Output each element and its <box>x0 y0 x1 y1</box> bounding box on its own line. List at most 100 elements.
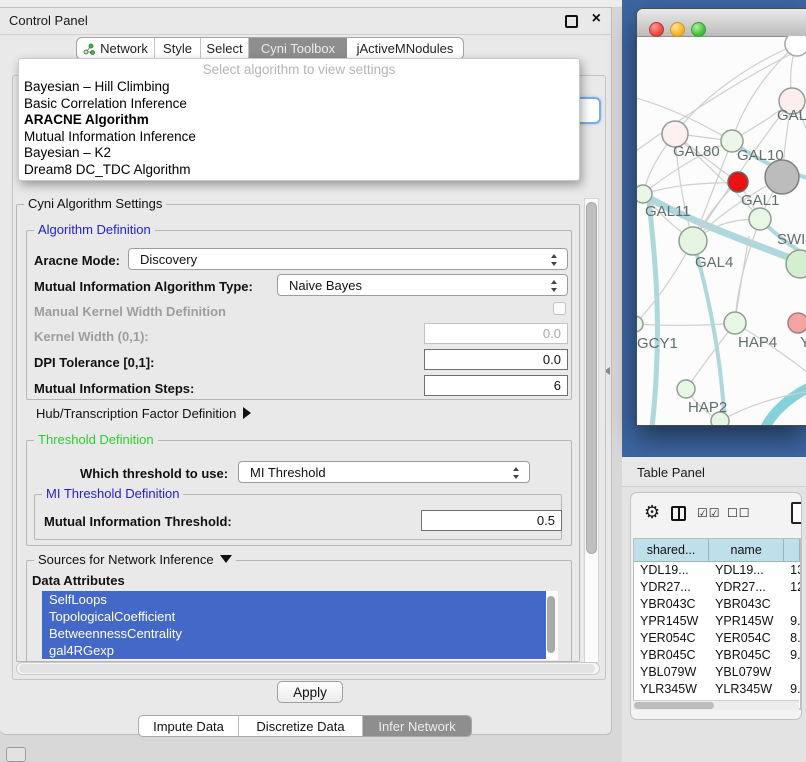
combo-spinner-icon <box>551 279 558 293</box>
screen: Control Panel × Network Style Select <box>0 0 806 762</box>
expanded-arrow-icon <box>220 555 232 563</box>
sources-group-title[interactable]: Sources for Network Inference <box>34 552 236 567</box>
label-gal-partial: GAL <box>777 107 806 124</box>
node-gcy1[interactable] <box>637 316 643 332</box>
tab-impute-data-label: Impute Data <box>153 719 224 734</box>
aracne-mode-combobox[interactable]: Discovery <box>128 248 568 270</box>
algorithm-option-selected[interactable]: ARACNE Algorithm <box>19 112 579 129</box>
table-row[interactable]: YBL079W YBL079W <box>634 664 800 681</box>
column-header-name[interactable]: name <box>709 539 784 561</box>
mi-steps-field[interactable]: 6 <box>424 375 568 396</box>
hub-definition-toggle[interactable]: Hub/Transcription Factor Definition <box>36 406 251 421</box>
control-panel-tabbar: Network Style Select Cyni Toolbox jActiv… <box>76 37 464 60</box>
table-row[interactable]: YBR045C YBR045C 9. <box>634 647 800 664</box>
dpi-tolerance-field[interactable]: 0.0 <box>424 349 568 370</box>
mac-close-icon[interactable] <box>649 22 664 37</box>
minimized-panel-icon[interactable] <box>6 747 26 762</box>
node-gray[interactable] <box>765 160 799 194</box>
algorithm-option[interactable]: Mutual Information Inference <box>19 129 579 146</box>
cell: 9. <box>784 681 800 698</box>
node-red-selected[interactable] <box>728 172 748 192</box>
node-swi4[interactable] <box>786 250 806 278</box>
cell: YBR045C <box>709 647 784 664</box>
mi-algorithm-type-combobox[interactable]: Naive Bayes <box>277 274 568 296</box>
table-row[interactable]: YLR345W YLR345W 9. <box>634 681 800 698</box>
node-gal11[interactable] <box>637 185 652 203</box>
settings-vertical-scrollbar-thumb[interactable] <box>586 202 597 554</box>
mi-steps-label: Mutual Information Steps: <box>34 381 194 396</box>
select-all-checkboxes-icon[interactable]: ☑☑ <box>697 506 721 520</box>
aracne-mode-value: Discovery <box>140 252 197 267</box>
cell <box>784 596 800 613</box>
manual-kernel-width-checkbox[interactable] <box>553 302 566 315</box>
tab-infer-network[interactable]: Infer Network <box>363 716 471 736</box>
gear-icon[interactable]: ⚙ <box>644 503 660 521</box>
table-row[interactable]: YPR145W YPR145W 9. <box>634 613 800 630</box>
label-gal1: GAL1 <box>741 192 779 209</box>
tab-discretize-data[interactable]: Discretize Data <box>239 716 363 736</box>
settings-horizontal-scrollbar-thumb[interactable] <box>19 664 595 673</box>
cell: YDL19... <box>709 562 784 579</box>
table-horizontal-scrollbar[interactable] <box>633 700 799 710</box>
node-salmon[interactable] <box>788 313 806 333</box>
settings-vertical-scrollbar[interactable] <box>584 198 599 663</box>
bottom-tabbar: Impute Data Discretize Data Infer Networ… <box>138 715 472 737</box>
data-attributes-list: SelfLoops TopologicalCoefficient Between… <box>42 591 558 660</box>
attribute-item-selected[interactable]: SelfLoops <box>42 591 546 608</box>
table-row[interactable]: YDR27... YDR27... 12 <box>634 579 800 596</box>
mac-minimize-icon[interactable] <box>670 22 685 37</box>
cell: YER054C <box>709 630 784 647</box>
algorithm-option[interactable]: Bayesian – Hill Climbing <box>19 79 579 96</box>
table-row[interactable]: YER054C YER054C 8. <box>634 630 800 647</box>
document-icon[interactable] <box>791 502 802 524</box>
attribute-list-scrollbar[interactable] <box>547 596 555 653</box>
settings-horizontal-scrollbar[interactable] <box>16 662 600 675</box>
network-canvas[interactable]: GAL80 GAL10 GAL11 GAL1 SWI4 GAL4 GCY1 HA… <box>637 36 806 426</box>
table-row[interactable]: YBR043C YBR043C <box>634 596 800 613</box>
algorithm-option[interactable]: Basic Correlation Inference <box>19 96 579 113</box>
column-header-shared[interactable]: shared... <box>634 539 709 561</box>
columns-icon[interactable] <box>671 506 686 521</box>
mi-threshold-field[interactable]: 0.5 <box>421 510 562 531</box>
apply-button[interactable]: Apply <box>277 681 343 703</box>
node-gal1[interactable] <box>749 208 771 230</box>
node-gal4[interactable] <box>679 227 707 255</box>
kernel-width-field[interactable]: 0.0 <box>424 323 568 344</box>
tab-select-label: Select <box>206 41 242 56</box>
cell: 9. <box>784 613 800 630</box>
tab-style[interactable]: Style <box>155 38 201 59</box>
node-unlabeled[interactable] <box>785 36 806 56</box>
table-panel-card: ⚙ ☑☑ ☐☐ shared... name YDL19... YDL19...… <box>630 492 802 720</box>
attribute-item-selected[interactable]: BetweennessCentrality <box>42 625 546 642</box>
column-header-partial[interactable] <box>784 539 800 561</box>
table-header-row: shared... name <box>634 539 800 562</box>
float-window-icon[interactable] <box>565 15 578 28</box>
mac-zoom-icon[interactable] <box>691 22 706 37</box>
tab-network[interactable]: Network <box>77 38 155 59</box>
table-row[interactable]: YDL19... YDL19... 13 <box>634 562 800 579</box>
close-icon[interactable]: × <box>592 10 601 28</box>
attribute-item-selected[interactable]: gal4RGexp <box>42 642 546 659</box>
attribute-item-selected[interactable]: TopologicalCoefficient <box>42 608 546 625</box>
algorithm-option[interactable]: Dream8 DC_TDC Algorithm <box>19 162 579 179</box>
node-hap2[interactable] <box>677 380 695 398</box>
node-table: shared... name YDL19... YDL19... 13 YDR2… <box>633 538 801 710</box>
algorithm-option[interactable]: Bayesian – K2 <box>19 145 579 162</box>
cell: YLR345W <box>634 681 709 698</box>
cell: YDL19... <box>634 562 709 579</box>
network-window-titlebar[interactable] <box>637 9 806 37</box>
tab-infer-network-label: Infer Network <box>378 719 455 734</box>
which-threshold-label: Which threshold to use: <box>80 466 228 481</box>
cell: 8. <box>784 630 800 647</box>
tab-cyni-toolbox[interactable]: Cyni Toolbox <box>249 38 347 59</box>
tab-select[interactable]: Select <box>201 38 249 59</box>
tab-impute-data[interactable]: Impute Data <box>139 716 239 736</box>
which-threshold-combobox[interactable]: MI Threshold <box>238 461 530 483</box>
deselect-all-checkboxes-icon[interactable]: ☐☐ <box>727 506 751 520</box>
cell: 13 <box>784 562 800 579</box>
combo-spinner-icon <box>513 466 520 480</box>
table-horizontal-scrollbar-thumb[interactable] <box>634 702 714 709</box>
node-hap4[interactable] <box>724 312 746 334</box>
tab-jactivemnodules[interactable]: jActiveMNodules <box>347 38 463 59</box>
tab-network-label: Network <box>100 41 148 56</box>
